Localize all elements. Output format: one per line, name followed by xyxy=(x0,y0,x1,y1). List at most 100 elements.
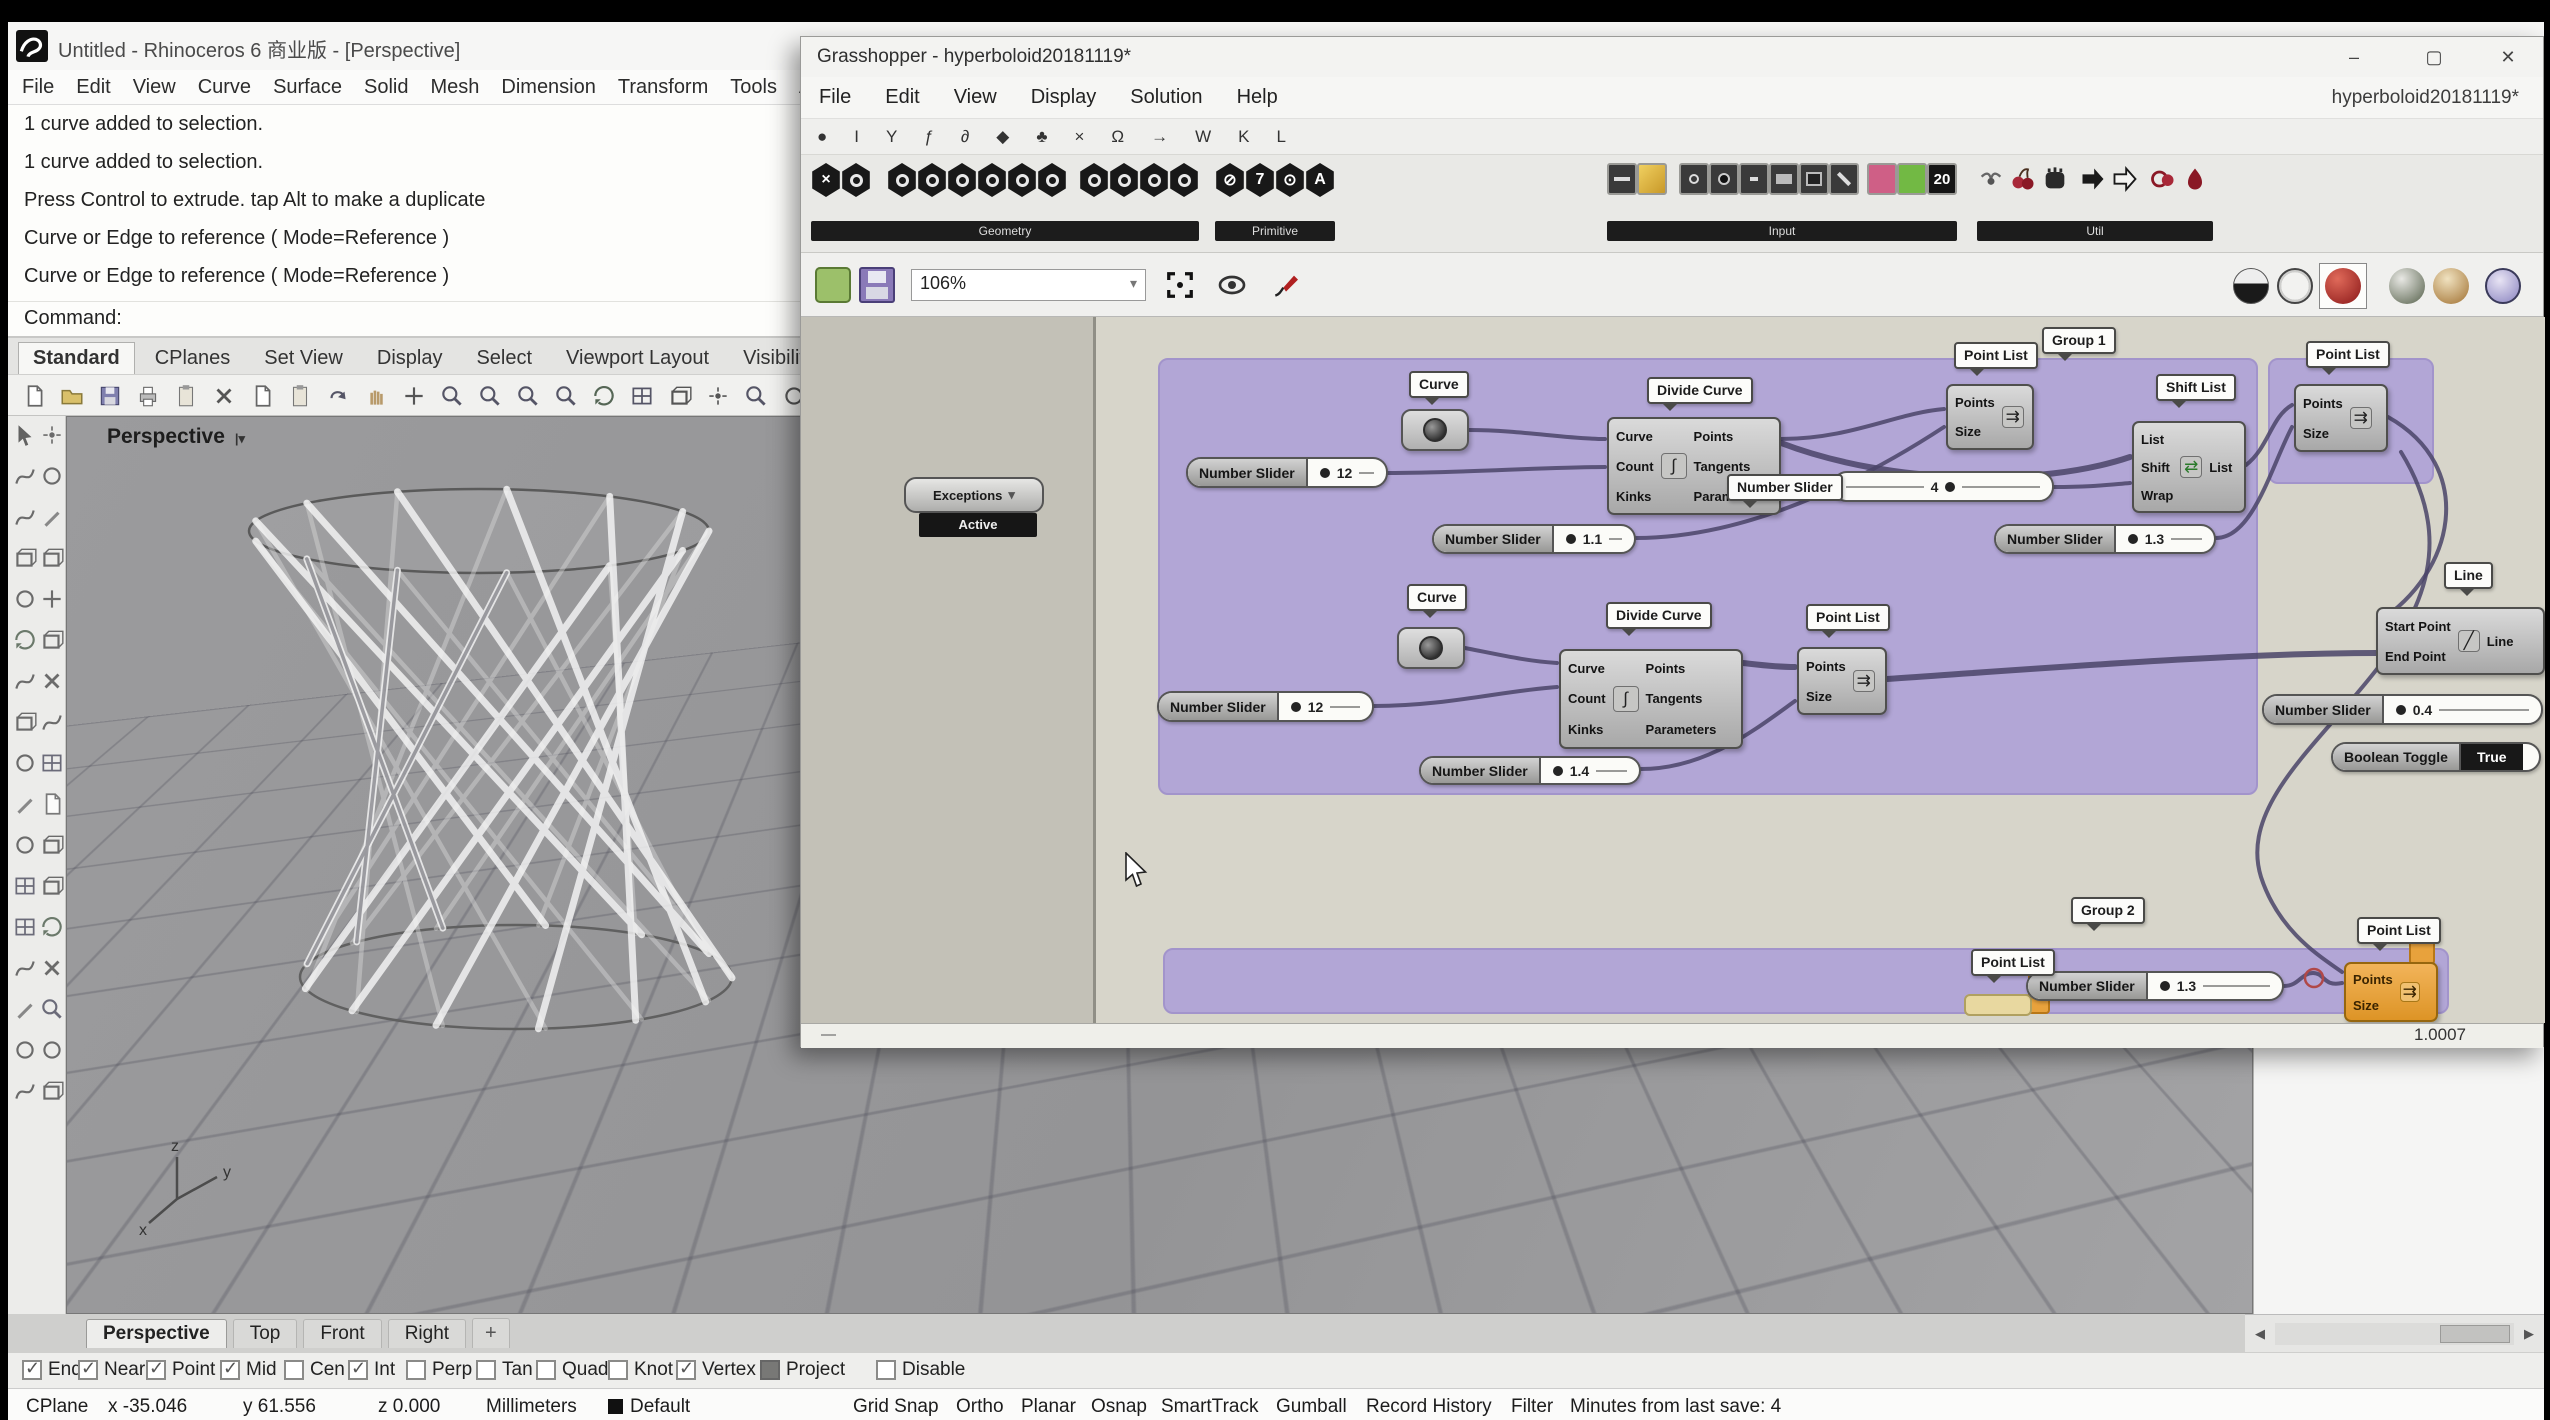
move-icon[interactable] xyxy=(398,380,429,411)
number-slider-12b[interactable]: Number Slider 12 xyxy=(1157,691,1374,722)
param-text-icon[interactable]: A xyxy=(1305,163,1335,197)
osnap-end[interactable]: End xyxy=(22,1359,82,1381)
rhino-menu-transform[interactable]: Transform xyxy=(618,76,708,99)
copy-icon[interactable] xyxy=(170,380,201,411)
paste-icon[interactable] xyxy=(246,380,277,411)
line-component[interactable]: Start Point End Point ╱ Line xyxy=(2376,607,2545,675)
osnap-disable[interactable]: Disable xyxy=(876,1359,965,1381)
preview-blue-sphere-icon[interactable] xyxy=(2485,268,2521,304)
circle-tool-icon[interactable] xyxy=(39,463,65,489)
mesh-tool-icon[interactable] xyxy=(39,750,65,776)
viewport-tab-front[interactable]: Front xyxy=(303,1319,381,1348)
toggle-grid-snap[interactable]: Grid Snap xyxy=(853,1396,939,1418)
tab-curve[interactable]: ∂ xyxy=(961,127,969,147)
rotate-tool-icon[interactable] xyxy=(12,627,38,653)
preview-tan-sphere-icon[interactable] xyxy=(2433,268,2469,304)
group-label-input[interactable]: Input xyxy=(1607,221,1957,241)
pan-view-icon[interactable] xyxy=(360,380,391,411)
tab-mesh[interactable]: ♣ xyxy=(1036,127,1047,147)
osnap-vertex[interactable]: Vertex xyxy=(676,1359,756,1381)
magnify-icon[interactable] xyxy=(740,380,771,411)
param-geometry-icon[interactable]: × xyxy=(811,163,841,197)
slider-knob[interactable] xyxy=(1553,766,1563,776)
wire[interactable] xyxy=(1388,467,1605,473)
param-curve-icon[interactable] xyxy=(947,163,977,197)
boolean-toggle[interactable]: Boolean Toggle True xyxy=(2331,742,2541,772)
tab-maths[interactable]: I xyxy=(854,127,859,147)
param-mesh-icon[interactable] xyxy=(1079,163,1109,197)
toggle-osnap[interactable]: Osnap xyxy=(1091,1396,1147,1418)
preview-speckled-sphere-icon[interactable] xyxy=(2389,268,2425,304)
exceptions-capsule[interactable]: Exceptions▾ xyxy=(904,477,1044,513)
trim-tool-icon[interactable] xyxy=(39,668,65,694)
move-tool-icon[interactable] xyxy=(39,586,65,612)
mirror-tool-icon[interactable] xyxy=(39,914,65,940)
viewport-grid-icon[interactable] xyxy=(626,380,657,411)
curve-param-component[interactable] xyxy=(1397,627,1465,669)
dim-tool-icon[interactable] xyxy=(12,791,38,817)
undo-icon[interactable] xyxy=(322,380,353,411)
group-label-primitive[interactable]: Primitive xyxy=(1215,221,1335,241)
text-tool-icon[interactable] xyxy=(39,791,65,817)
explode-tool-icon[interactable] xyxy=(39,955,65,981)
measure-tool-icon[interactable] xyxy=(12,996,38,1022)
chevron-down-icon[interactable]: |▾ xyxy=(235,431,245,446)
scroll-right-icon[interactable]: ▶ xyxy=(2514,1326,2544,1342)
number-slider-1-1[interactable]: Number Slider 1.1 xyxy=(1432,524,1636,554)
param-field-icon[interactable] xyxy=(1139,163,1169,197)
tab-vector[interactable]: ƒ xyxy=(924,127,933,147)
rhino-menu-surface[interactable]: Surface xyxy=(273,76,342,99)
new-file-icon[interactable] xyxy=(18,380,49,411)
point-list-component[interactable]: Points Size ⇉ xyxy=(1946,384,2034,450)
preview-eye-icon[interactable] xyxy=(1213,269,1251,301)
drape-tool-icon[interactable] xyxy=(12,1078,38,1104)
rhino-menu-tools[interactable]: Tools xyxy=(730,76,777,99)
home-icon[interactable] xyxy=(664,380,695,411)
scale-tool-icon[interactable] xyxy=(39,627,65,653)
preview-wireframe-sphere-icon[interactable] xyxy=(2277,268,2313,304)
slider-knob[interactable] xyxy=(1291,702,1301,712)
active-document-label[interactable]: hyperboloid20181119* xyxy=(2332,87,2519,109)
osnap-tan[interactable]: Tan xyxy=(476,1359,533,1381)
gh-menu-solution[interactable]: Solution xyxy=(1130,86,1202,109)
polyline-tool-icon[interactable] xyxy=(39,504,65,530)
cluster-icon[interactable] xyxy=(2149,165,2177,193)
point-list-component[interactable]: Points Size ⇉ xyxy=(1797,647,1887,715)
jump-out-icon[interactable] xyxy=(2111,165,2139,193)
toolbar-tab-cplanes[interactable]: CPlanes xyxy=(141,343,245,374)
group-label-util[interactable]: Util xyxy=(1977,221,2213,241)
fillet-tool-icon[interactable] xyxy=(12,668,38,694)
colour-swatch-icon[interactable] xyxy=(1867,163,1897,195)
gh-menu-file[interactable]: File xyxy=(819,86,851,109)
open-definition-icon[interactable] xyxy=(815,267,851,303)
grasshopper-canvas[interactable]: Exceptions▾ Active Curve Divide Curve Cu… xyxy=(801,317,2545,1023)
param-integer-icon[interactable]: 7 xyxy=(1245,163,1275,197)
slider-knob[interactable] xyxy=(2160,981,2170,991)
osnap-project[interactable]: Project xyxy=(760,1359,845,1381)
loft-tool-icon[interactable] xyxy=(39,709,65,735)
viewport-tab-top[interactable]: Top xyxy=(233,1319,298,1348)
wire[interactable] xyxy=(1469,430,1605,439)
rotate-view-icon[interactable] xyxy=(588,380,619,411)
boolean-tool-icon[interactable] xyxy=(12,750,38,776)
sphere-tool-icon[interactable] xyxy=(12,586,38,612)
galapagos-icon[interactable] xyxy=(2009,165,2037,193)
toggle-record-history[interactable]: Record History xyxy=(1366,1396,1492,1418)
tab-kangaroo[interactable]: K xyxy=(1238,127,1249,147)
toolbar-tab-setview[interactable]: Set View xyxy=(250,343,357,374)
lock-tool-icon[interactable] xyxy=(39,832,65,858)
open-file-icon[interactable] xyxy=(56,380,87,411)
wire[interactable] xyxy=(1887,653,2376,679)
number-slider-12[interactable]: Number Slider 12 xyxy=(1186,457,1388,488)
wire[interactable] xyxy=(2054,483,2130,487)
toolbar-tab-viewport-layout[interactable]: Viewport Layout xyxy=(552,343,723,374)
fitness-icon[interactable] xyxy=(2041,165,2069,193)
group-label-geometry[interactable]: Geometry xyxy=(811,221,1199,241)
tab-transform[interactable]: Ω xyxy=(1111,127,1124,147)
jump-in-icon[interactable] xyxy=(2079,165,2107,193)
zoom-level-select[interactable]: 106% ▾ xyxy=(911,269,1146,301)
hide-tool-icon[interactable] xyxy=(12,832,38,858)
param-plane-icon[interactable] xyxy=(917,163,947,197)
slider-knob[interactable] xyxy=(2128,534,2138,544)
panel-icon[interactable] xyxy=(1769,163,1799,195)
